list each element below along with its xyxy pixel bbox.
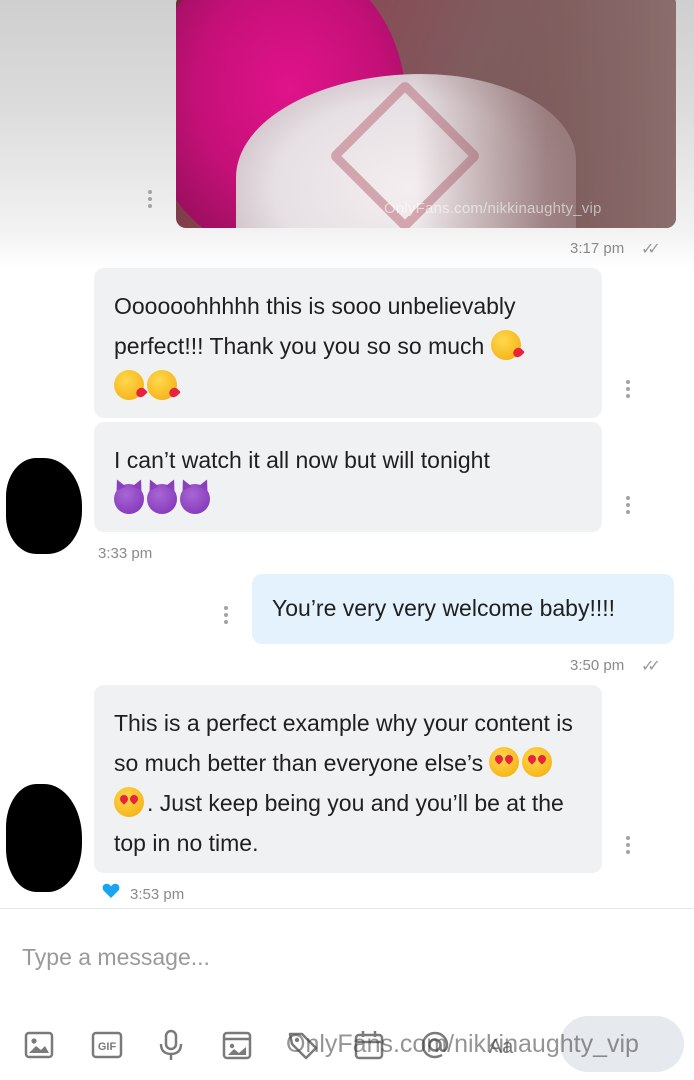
svg-text:GIF: GIF	[98, 1041, 117, 1053]
message-3-timestamp: 3:53 pm	[130, 886, 185, 903]
image-icon[interactable]	[22, 1028, 56, 1062]
message-3-text-part-2: . Just keep being you and you’ll be at t…	[114, 790, 564, 856]
incoming-message-1[interactable]: Oooooohhhhh this is sooo unbelievably pe…	[94, 268, 602, 418]
message-2-more-options-icon[interactable]	[626, 496, 630, 514]
smiling-devil-emoji-icon	[147, 484, 177, 514]
media-timestamp: 3:17 pm	[570, 240, 625, 257]
smiling-devil-emoji-icon	[114, 484, 144, 514]
outgoing-message[interactable]: You’re very very welcome baby!!!!	[252, 574, 674, 644]
gif-icon[interactable]: GIF	[90, 1028, 124, 1062]
sender-avatar[interactable]	[6, 784, 82, 892]
message-3-more-options-icon[interactable]	[626, 836, 630, 854]
message-2-text: I can’t watch it all now but will tonigh…	[114, 447, 490, 473]
heart-eyes-emoji-icon	[489, 747, 520, 777]
vault-icon[interactable]	[220, 1028, 254, 1062]
message-1-more-options-icon[interactable]	[626, 380, 630, 398]
kissing-face-emoji-icon	[147, 370, 177, 400]
outgoing-message-timestamp: 3:50 pm	[570, 657, 625, 674]
media-read-receipt-icon: ✓✓	[641, 241, 661, 258]
outgoing-read-receipt-icon: ✓✓	[641, 658, 661, 675]
kissing-face-emoji-icon	[490, 330, 521, 360]
outgoing-message-text: You’re very very welcome baby!!!!	[272, 595, 616, 621]
heart-eyes-emoji-icon	[114, 787, 144, 817]
sender-avatar[interactable]	[6, 458, 82, 554]
message-1-text: Oooooohhhhh this is sooo unbelievably pe…	[114, 293, 516, 359]
incoming-message-3[interactable]: This is a perfect example why your conte…	[94, 685, 602, 873]
kissing-face-emoji-icon	[114, 370, 144, 400]
microphone-icon[interactable]	[154, 1028, 188, 1062]
media-attachment[interactable]: OnlyFans.com/nikkinaughty_vip	[176, 0, 676, 228]
smiling-devil-emoji-icon	[180, 484, 210, 514]
outgoing-message-more-options-icon[interactable]	[224, 606, 228, 624]
media-more-options-icon[interactable]	[148, 190, 152, 208]
message-input[interactable]	[22, 940, 662, 974]
heart-eyes-emoji-icon	[522, 747, 553, 777]
composer-divider	[0, 908, 694, 909]
message-2-timestamp: 3:33 pm	[98, 545, 153, 562]
footer-watermark: OnlyFans.com/nikkinaughty_vip	[286, 1030, 639, 1058]
incoming-message-2[interactable]: I can’t watch it all now but will tonigh…	[94, 422, 602, 532]
media-watermark: OnlyFans.com/nikkinaughty_vip	[384, 200, 602, 217]
liked-heart-icon[interactable]	[102, 882, 120, 899]
